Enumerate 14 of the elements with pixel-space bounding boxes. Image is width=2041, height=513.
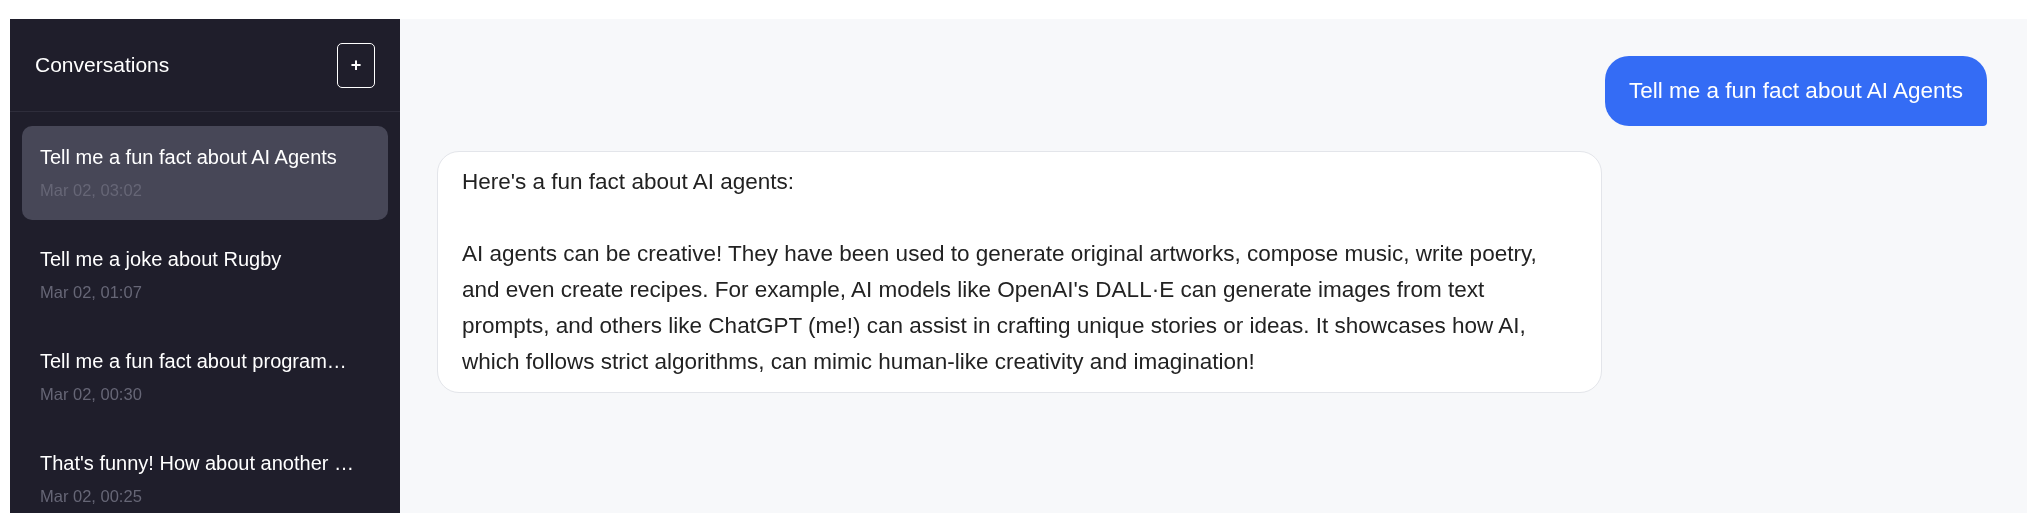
user-message: Tell me a fun fact about AI Agents xyxy=(1605,56,1987,126)
conversation-date: Mar 02, 00:30 xyxy=(40,385,143,404)
sidebar-title: Conversations xyxy=(35,53,170,77)
conversation-item[interactable]: That's funny! How about another … Mar 02, 00:25 xyxy=(22,432,388,513)
new-conversation-button[interactable]: + xyxy=(337,42,375,88)
conversation-title: Tell me a fun fact about program… xyxy=(40,350,348,373)
conversation-title: Tell me a joke about Rugby xyxy=(40,248,283,271)
conversation-item[interactable]: Tell me a fun fact about program… Mar 02, 00:30 xyxy=(22,330,388,424)
conversation-title: That's funny! How about another … xyxy=(40,452,355,475)
conversation-date: Mar 02, 01:07 xyxy=(40,283,143,302)
assistant-message: Here's a fun fact about AI agents: AI agents can be creative! They have been used to generate original artworks, compose music, write poetry, and even create recipes. For example, AI models like OpenAI's DALL·E can generate images from text prompts, and others like ChatGPT (me!) can assist in crafting unique stories or ideas. It showcases how AI, which follows strict algorithms, can mimic human-like creativity and imagination! xyxy=(437,151,1602,393)
conversation-title: Tell me a fun fact about AI Agents xyxy=(40,146,338,169)
conversation-item[interactable]: Tell me a joke about Rugby Mar 02, 01:07 xyxy=(22,228,388,322)
conversation-date: Mar 02, 00:25 xyxy=(40,487,143,506)
